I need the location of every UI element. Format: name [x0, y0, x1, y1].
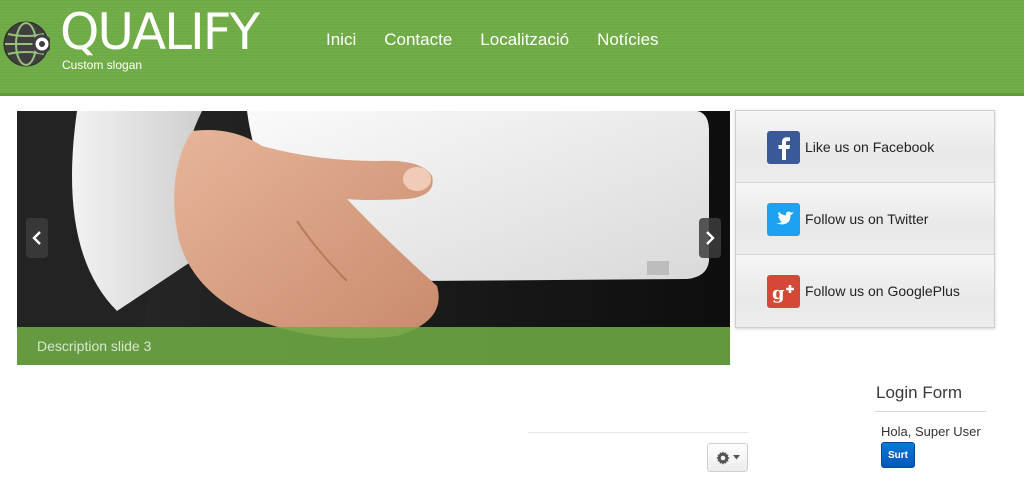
twitter-icon — [767, 203, 800, 236]
social-label-twitter: Follow us on Twitter — [805, 211, 929, 227]
social-item-twitter[interactable]: Follow us on Twitter — [736, 183, 994, 255]
nav-item-inici[interactable]: Inici — [312, 30, 370, 50]
social-label-googleplus: Follow us on GooglePlus — [805, 283, 960, 299]
social-item-facebook[interactable]: Like us on Facebook — [736, 111, 994, 183]
login-form-title: Login Form — [876, 383, 962, 402]
slider-next-button[interactable] — [699, 218, 721, 258]
site-logo[interactable]: QUALIFY Custom slogan — [0, 4, 300, 78]
caret-down-icon — [732, 455, 740, 460]
logo-text: QUALIFY — [60, 3, 260, 61]
logout-button[interactable]: Surt — [881, 442, 915, 468]
slide-caption: Description slide 3 — [17, 327, 730, 365]
nav-item-contacte[interactable]: Contacte — [370, 30, 466, 50]
globe-icon — [3, 21, 50, 67]
slider-prev-button[interactable] — [26, 218, 48, 258]
login-title-divider — [875, 411, 986, 412]
chevron-left-icon — [32, 231, 41, 245]
facebook-icon — [767, 131, 800, 164]
site-header: QUALIFY Custom slogan Inici Contacte Loc… — [0, 0, 1024, 96]
social-links: Like us on Facebook Follow us on Twitter… — [735, 110, 995, 328]
nav-item-localitzacio[interactable]: Localització — [466, 30, 583, 50]
svg-text:g: g — [772, 283, 785, 303]
content-divider — [528, 432, 748, 433]
site-slogan: Custom slogan — [62, 58, 143, 72]
social-item-googleplus[interactable]: g Follow us on GooglePlus — [736, 255, 994, 327]
article-tools-button[interactable] — [707, 443, 748, 472]
nav-item-noticies[interactable]: Notícies — [583, 30, 672, 50]
image-slider: Description slide 3 — [17, 111, 730, 365]
chevron-right-icon — [706, 231, 715, 245]
social-label-facebook: Like us on Facebook — [805, 139, 935, 155]
login-greeting: Hola, Super User — [881, 424, 981, 439]
main-nav: Inici Contacte Localització Notícies — [312, 30, 673, 50]
googleplus-icon: g — [767, 275, 800, 308]
gear-icon — [715, 450, 730, 465]
